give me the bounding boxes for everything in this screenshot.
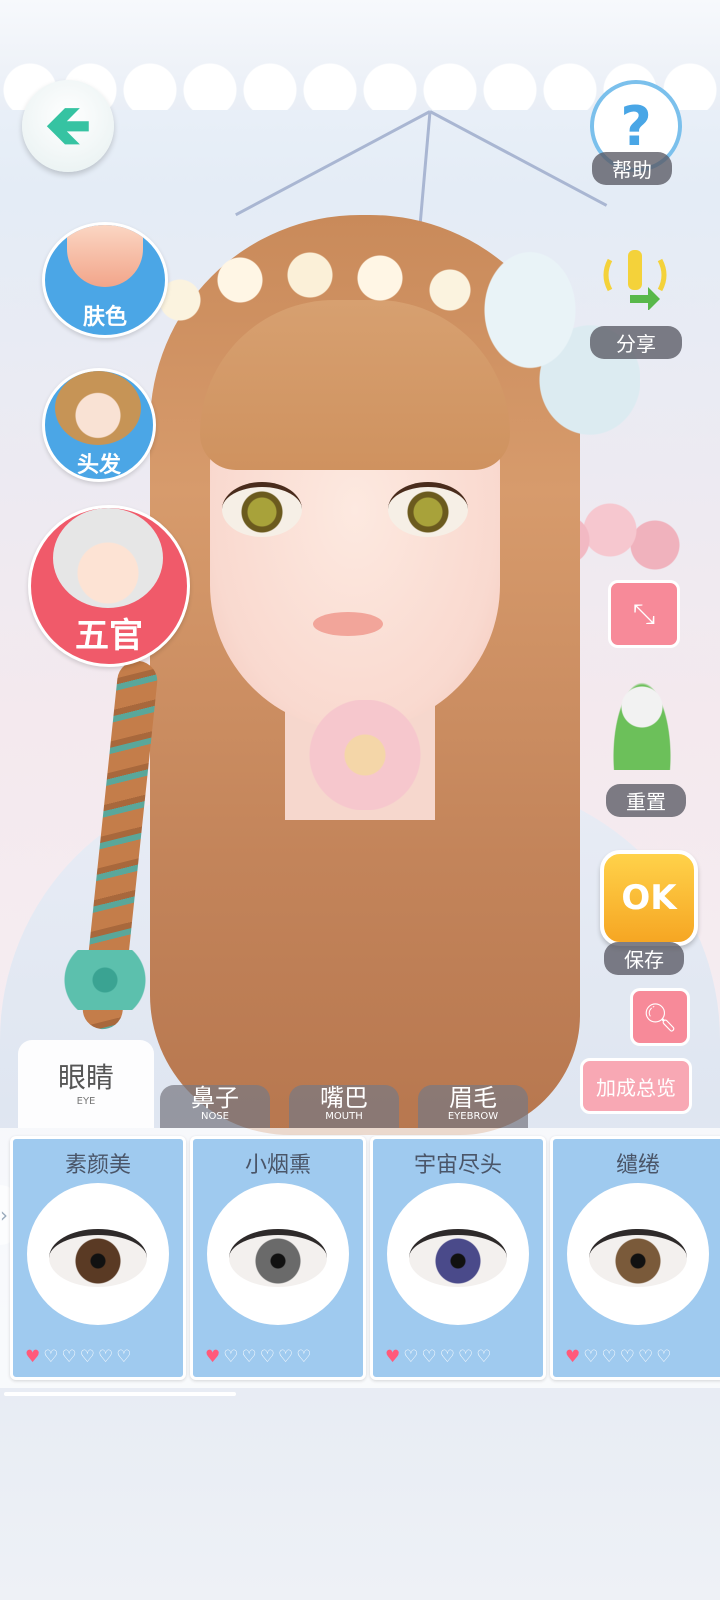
eye-card[interactable]: 素颜美 ♥♡♡♡♡♡ xyxy=(10,1136,186,1380)
arrow-left-icon: 🡸 xyxy=(45,93,91,158)
skin-label: 肤色 xyxy=(82,305,127,330)
help-label: 帮助 xyxy=(592,152,672,185)
card-title: 小烟熏 xyxy=(244,1153,311,1178)
tab-sublabel: MOUTH xyxy=(325,1111,363,1122)
heart-empty-icon: ♡ xyxy=(601,1347,620,1367)
tab-label: 眉毛 xyxy=(449,1084,497,1112)
neck-bow xyxy=(300,700,430,810)
eye-preview-icon xyxy=(49,1229,147,1287)
tab-label: 嘴巴 xyxy=(320,1084,368,1112)
heart-empty-icon: ♡ xyxy=(583,1347,602,1367)
card-preview xyxy=(387,1183,529,1325)
heart-empty-icon: ♡ xyxy=(619,1347,638,1367)
tab-mouth[interactable]: 嘴巴 MOUTH xyxy=(289,1085,399,1128)
collapse-arrows-icon: ⤡ xyxy=(632,597,656,630)
hair-thumb-icon xyxy=(55,371,141,445)
heart-empty-icon: ♡ xyxy=(98,1347,117,1367)
heart-empty-icon: ♡ xyxy=(656,1347,675,1367)
search-button[interactable]: 🔍︎ xyxy=(630,988,690,1046)
heart-empty-icon: ♡ xyxy=(61,1347,80,1367)
magnifier-icon: 🔍︎ xyxy=(642,1000,678,1034)
eye-preview-icon xyxy=(229,1229,327,1287)
reset-label: 重置 xyxy=(606,784,686,817)
bonus-overview-button[interactable]: 加成总览 xyxy=(580,1058,692,1114)
tab-nose[interactable]: 鼻子 NOSE xyxy=(160,1085,270,1128)
question-mark-icon: ? xyxy=(620,94,652,158)
heart-filled-icon: ♥ xyxy=(385,1347,404,1367)
hair-button[interactable]: 头发 xyxy=(42,368,156,482)
facial-features-button[interactable]: 五官 xyxy=(28,505,190,667)
eye-card[interactable]: 宇宙尽头 ♥♡♡♡♡♡ xyxy=(370,1136,546,1380)
save-label: 保存 xyxy=(604,942,684,975)
braid-bow xyxy=(60,950,150,1010)
heart-empty-icon: ♡ xyxy=(421,1347,440,1367)
rating-hearts: ♥♡♡♡♡♡ xyxy=(565,1347,675,1367)
heart-empty-icon: ♡ xyxy=(439,1347,458,1367)
flower-crown xyxy=(140,250,500,350)
tab-label: 鼻子 xyxy=(191,1084,239,1112)
card-preview xyxy=(567,1183,709,1325)
tab-sublabel: EYE xyxy=(76,1096,96,1107)
heart-empty-icon: ♡ xyxy=(296,1347,315,1367)
tab-sublabel: NOSE xyxy=(200,1111,230,1122)
tab-sublabel: EYEBROW xyxy=(447,1111,499,1122)
heart-empty-icon: ♡ xyxy=(116,1347,135,1367)
heart-empty-icon: ♡ xyxy=(259,1347,278,1367)
heart-filled-icon: ♥ xyxy=(25,1347,44,1367)
features-label: 五官 xyxy=(75,616,143,656)
rating-hearts: ♥♡♡♡♡♡ xyxy=(25,1347,135,1367)
reset-button[interactable] xyxy=(612,680,672,770)
tab-eyebrow[interactable]: 眉毛 EYEBROW xyxy=(418,1085,528,1128)
face-thumb-icon xyxy=(53,508,163,608)
ok-button[interactable]: OK xyxy=(600,850,698,946)
share-button[interactable] xyxy=(600,240,670,311)
card-preview xyxy=(207,1183,349,1325)
heart-empty-icon: ♡ xyxy=(458,1347,477,1367)
heart-empty-icon: ♡ xyxy=(476,1347,495,1367)
rating-hearts: ♥♡♡♡♡♡ xyxy=(385,1347,495,1367)
share-label: 分享 xyxy=(590,326,682,359)
heart-empty-icon: ♡ xyxy=(638,1347,657,1367)
back-button[interactable]: 🡸 xyxy=(22,80,114,172)
umbrella-rib xyxy=(429,110,608,207)
eye-card[interactable]: 小烟熏 ♥♡♡♡♡♡ xyxy=(190,1136,366,1380)
tab-label: 眼睛 xyxy=(57,1061,114,1094)
card-title: 素颜美 xyxy=(64,1153,131,1178)
left-eye xyxy=(222,482,302,537)
eye-preview-icon xyxy=(409,1229,507,1287)
heart-empty-icon: ♡ xyxy=(79,1347,98,1367)
scroll-indicator xyxy=(4,1392,236,1396)
signal-share-icon xyxy=(603,250,667,311)
rating-hearts: ♥♡♡♡♡♡ xyxy=(205,1347,315,1367)
eye-preview-icon xyxy=(589,1229,687,1287)
collapse-button[interactable]: ⤡ xyxy=(608,580,680,648)
skin-tone-button[interactable]: 肤色 xyxy=(42,222,168,338)
heart-empty-icon: ♡ xyxy=(403,1347,422,1367)
mouth xyxy=(313,612,383,636)
heart-filled-icon: ♥ xyxy=(205,1347,224,1367)
heart-empty-icon: ♡ xyxy=(241,1347,260,1367)
right-eye xyxy=(388,482,468,537)
heart-empty-icon: ♡ xyxy=(223,1347,242,1367)
tab-eye[interactable]: 眼睛 EYE xyxy=(18,1040,154,1128)
card-title: 宇宙尽头 xyxy=(413,1153,502,1178)
heart-empty-icon: ♡ xyxy=(43,1347,62,1367)
hair-label: 头发 xyxy=(76,453,121,478)
heart-filled-icon: ♥ xyxy=(565,1347,584,1367)
card-preview xyxy=(27,1183,169,1325)
card-title: 缱绻 xyxy=(615,1153,660,1178)
heart-empty-icon: ♡ xyxy=(278,1347,297,1367)
eye-card[interactable]: 缱绻 ♥♡♡♡♡♡ xyxy=(550,1136,720,1380)
umbrella-rib xyxy=(235,110,431,217)
skin-swatch-icon xyxy=(67,225,143,287)
